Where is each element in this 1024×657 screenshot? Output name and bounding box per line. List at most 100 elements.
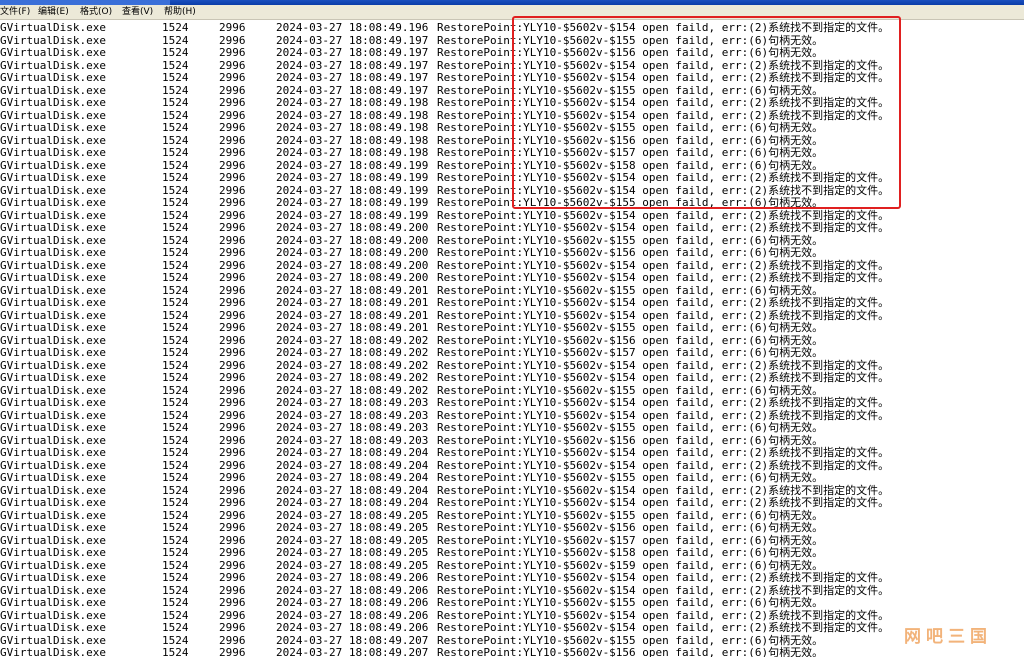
log-line: GVirtualDisk.exe 1524 2996 2024-03-27 18:08… bbox=[0, 271, 1024, 285]
process-name: GVirtualDisk.exe bbox=[0, 646, 106, 657]
log-message: RestorePoint:YLY10-$5602v-$157 open fail… bbox=[437, 346, 824, 359]
log-message: RestorePoint:YLY10-$5602v-$156 open fail… bbox=[437, 646, 824, 657]
process-id: 1524 bbox=[162, 21, 189, 34]
timestamp: 2024-03-27 18:08:49.206 bbox=[276, 596, 429, 609]
process-id: 1524 bbox=[162, 621, 189, 634]
timestamp: 2024-03-27 18:08:49.200 bbox=[276, 246, 429, 259]
log-message: RestorePoint:YLY10-$5602v-$154 open fail… bbox=[437, 446, 890, 459]
menu-edit[interactable]: 编辑(E) bbox=[38, 6, 69, 18]
log-line: GVirtualDisk.exe 1524 2996 2024-03-27 18:08… bbox=[0, 446, 1024, 460]
thread-id: 2996 bbox=[219, 571, 246, 584]
thread-id: 2996 bbox=[219, 621, 246, 634]
log-line: GVirtualDisk.exe 1524 2996 2024-03-27 18:08… bbox=[0, 496, 1024, 510]
log-message: RestorePoint:YLY10-$5602v-$154 open fail… bbox=[437, 571, 890, 584]
log-line: GVirtualDisk.exe 1524 2996 2024-03-27 18:08… bbox=[0, 371, 1024, 385]
process-id: 1524 bbox=[162, 146, 189, 159]
menu-format[interactable]: 格式(O) bbox=[80, 6, 112, 18]
thread-id: 2996 bbox=[219, 371, 246, 384]
log-message: RestorePoint:YLY10-$5602v-$156 open fail… bbox=[437, 46, 824, 59]
process-id: 1524 bbox=[162, 71, 189, 84]
log-message: RestorePoint:YLY10-$5602v-$156 open fail… bbox=[437, 246, 824, 259]
log-line: GVirtualDisk.exe 1524 2996 2024-03-27 18:08… bbox=[0, 171, 1024, 185]
log-message: RestorePoint:YLY10-$5602v-$154 open fail… bbox=[437, 21, 890, 34]
timestamp: 2024-03-27 18:08:49.203 bbox=[276, 421, 429, 434]
process-id: 1524 bbox=[162, 96, 189, 109]
log-message: RestorePoint:YLY10-$5602v-$154 open fail… bbox=[437, 496, 890, 509]
process-name: GVirtualDisk.exe bbox=[0, 21, 106, 34]
process-id: 1524 bbox=[162, 246, 189, 259]
log-message: RestorePoint:YLY10-$5602v-$154 open fail… bbox=[437, 71, 890, 84]
log-message: RestorePoint:YLY10-$5602v-$154 open fail… bbox=[437, 396, 890, 409]
log-line: GVirtualDisk.exe 1524 2996 2024-03-27 18:08… bbox=[0, 296, 1024, 310]
log-message: RestorePoint:YLY10-$5602v-$154 open fail… bbox=[437, 96, 890, 109]
process-name: GVirtualDisk.exe bbox=[0, 621, 106, 634]
log-line: GVirtualDisk.exe 1524 2996 2024-03-27 18:08… bbox=[0, 196, 1024, 210]
log-line: GVirtualDisk.exe 1524 2996 2024-03-27 18:08… bbox=[0, 546, 1024, 560]
process-name: GVirtualDisk.exe bbox=[0, 271, 106, 284]
log-line: GVirtualDisk.exe 1524 2996 2024-03-27 18:08… bbox=[0, 421, 1024, 435]
process-id: 1524 bbox=[162, 46, 189, 59]
process-id: 1524 bbox=[162, 271, 189, 284]
thread-id: 2996 bbox=[219, 171, 246, 184]
log-message: RestorePoint:YLY10-$5602v-$155 open fail… bbox=[437, 121, 824, 134]
thread-id: 2996 bbox=[219, 296, 246, 309]
log-line: GVirtualDisk.exe 1524 2996 2024-03-27 18:08… bbox=[0, 146, 1024, 160]
process-id: 1524 bbox=[162, 496, 189, 509]
timestamp: 2024-03-27 18:08:49.197 bbox=[276, 46, 429, 59]
log-message: RestorePoint:YLY10-$5602v-$155 open fail… bbox=[437, 321, 824, 334]
log-line: GVirtualDisk.exe 1524 2996 2024-03-27 18:08… bbox=[0, 596, 1024, 610]
process-id: 1524 bbox=[162, 546, 189, 559]
timestamp: 2024-03-27 18:08:49.201 bbox=[276, 321, 429, 334]
log-message: RestorePoint:YLY10-$5602v-$155 open fail… bbox=[437, 471, 824, 484]
timestamp: 2024-03-27 18:08:49.198 bbox=[276, 121, 429, 134]
timestamp: 2024-03-27 18:08:49.198 bbox=[276, 96, 429, 109]
process-name: GVirtualDisk.exe bbox=[0, 71, 106, 84]
timestamp: 2024-03-27 18:08:49.204 bbox=[276, 496, 429, 509]
process-id: 1524 bbox=[162, 196, 189, 209]
menu-view[interactable]: 查看(V) bbox=[122, 6, 153, 18]
log-line: GVirtualDisk.exe 1524 2996 2024-03-27 18:08… bbox=[0, 96, 1024, 110]
menu-help[interactable]: 帮助(H) bbox=[164, 6, 196, 18]
thread-id: 2996 bbox=[219, 646, 246, 657]
process-id: 1524 bbox=[162, 221, 189, 234]
log-message: RestorePoint:YLY10-$5602v-$154 open fail… bbox=[437, 221, 890, 234]
log-message: RestorePoint:YLY10-$5602v-$156 open fail… bbox=[437, 521, 824, 534]
timestamp: 2024-03-27 18:08:49.202 bbox=[276, 346, 429, 359]
thread-id: 2996 bbox=[219, 121, 246, 134]
process-id: 1524 bbox=[162, 646, 189, 657]
timestamp: 2024-03-27 18:08:49.201 bbox=[276, 296, 429, 309]
timestamp: 2024-03-27 18:08:49.204 bbox=[276, 471, 429, 484]
timestamp: 2024-03-27 18:08:49.207 bbox=[276, 646, 429, 657]
process-name: GVirtualDisk.exe bbox=[0, 96, 106, 109]
process-name: GVirtualDisk.exe bbox=[0, 146, 106, 159]
log-line: GVirtualDisk.exe 1524 2996 2024-03-27 18:08… bbox=[0, 646, 1024, 657]
thread-id: 2996 bbox=[219, 471, 246, 484]
log-message: RestorePoint:YLY10-$5602v-$154 open fail… bbox=[437, 296, 890, 309]
thread-id: 2996 bbox=[219, 446, 246, 459]
thread-id: 2996 bbox=[219, 221, 246, 234]
process-name: GVirtualDisk.exe bbox=[0, 196, 106, 209]
timestamp: 2024-03-27 18:08:49.206 bbox=[276, 571, 429, 584]
thread-id: 2996 bbox=[219, 496, 246, 509]
thread-id: 2996 bbox=[219, 346, 246, 359]
process-name: GVirtualDisk.exe bbox=[0, 521, 106, 534]
timestamp: 2024-03-27 18:08:49.200 bbox=[276, 271, 429, 284]
thread-id: 2996 bbox=[219, 546, 246, 559]
log-message: RestorePoint:YLY10-$5602v-$158 open fail… bbox=[437, 546, 824, 559]
process-id: 1524 bbox=[162, 121, 189, 134]
menu-file[interactable]: 文件(F) bbox=[0, 6, 30, 18]
log-message: RestorePoint:YLY10-$5602v-$155 open fail… bbox=[437, 596, 824, 609]
process-id: 1524 bbox=[162, 321, 189, 334]
process-id: 1524 bbox=[162, 396, 189, 409]
log-line: GVirtualDisk.exe 1524 2996 2024-03-27 18:08… bbox=[0, 346, 1024, 360]
timestamp: 2024-03-27 18:08:49.198 bbox=[276, 146, 429, 159]
timestamp: 2024-03-27 18:08:49.206 bbox=[276, 621, 429, 634]
log-message: RestorePoint:YLY10-$5602v-$157 open fail… bbox=[437, 146, 824, 159]
log-message: RestorePoint:YLY10-$5602v-$154 open fail… bbox=[437, 621, 890, 634]
process-name: GVirtualDisk.exe bbox=[0, 46, 106, 59]
timestamp: 2024-03-27 18:08:49.200 bbox=[276, 221, 429, 234]
thread-id: 2996 bbox=[219, 46, 246, 59]
log-text-area[interactable]: GVirtualDisk.exe 1524 2996 2024-03-27 18:08… bbox=[0, 21, 1024, 657]
process-name: GVirtualDisk.exe bbox=[0, 571, 106, 584]
thread-id: 2996 bbox=[219, 196, 246, 209]
